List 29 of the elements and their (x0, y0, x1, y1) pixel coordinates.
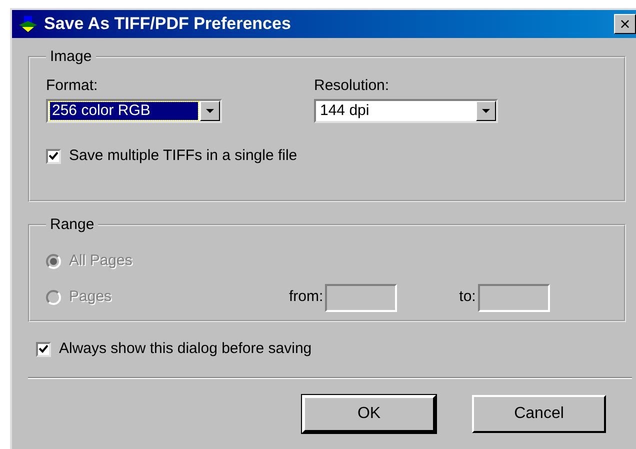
dropdown-arrow-button[interactable] (476, 101, 496, 121)
dropdown[interactable]: 144 dpi (314, 99, 498, 123)
radio-label: All Pages (69, 251, 134, 272)
caret-icon (482, 108, 490, 114)
group-label: Image (49, 47, 93, 67)
field-label: Resolution: (314, 76, 390, 96)
field-label: Format: (46, 76, 99, 96)
dropdown-value: 256 color RGB (50, 102, 198, 120)
dropdown[interactable]: 256 color RGB (46, 99, 222, 123)
dialog-button[interactable]: OK (302, 394, 436, 432)
dropdown-arrow-button[interactable] (200, 101, 220, 121)
checkbox[interactable] (36, 342, 51, 357)
check-icon (49, 152, 58, 160)
dialog-button[interactable]: Cancel (472, 394, 606, 432)
page-number-field[interactable] (478, 284, 550, 312)
window-title: Save As TIFF/PDF Preferences (44, 13, 292, 36)
field-label: to: (459, 287, 476, 308)
close-button[interactable]: × (614, 14, 636, 34)
field-label: from: (289, 287, 324, 308)
caret-icon (206, 108, 214, 114)
checkbox[interactable] (46, 148, 61, 164)
page-number-field[interactable] (325, 284, 398, 312)
checkbox-label: Always show this dialog before saving (59, 339, 312, 359)
app-icon (18, 15, 38, 33)
group-label: Range (49, 215, 96, 235)
dropdown-value: 144 dpi (319, 102, 370, 120)
check-icon (39, 345, 48, 354)
checkbox-label: Save multiple TIFFs in a single file (69, 146, 298, 166)
radio-label: Pages (69, 287, 113, 308)
